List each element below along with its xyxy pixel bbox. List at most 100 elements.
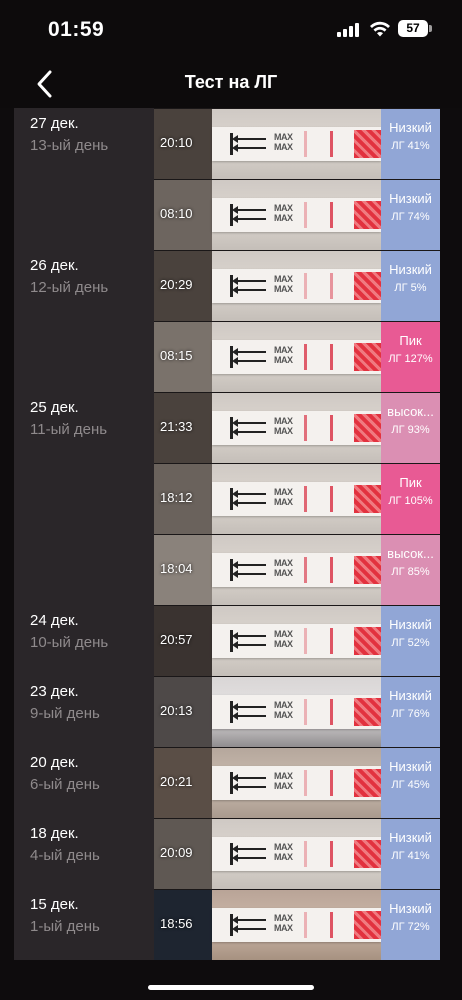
test-strip: MAX MAX: [212, 553, 381, 587]
test-row[interactable]: MAX MAX 20:13 Низкий ЛГ 76%: [154, 676, 440, 748]
test-time: 21:33: [160, 419, 193, 434]
test-strip: MAX MAX: [212, 269, 381, 303]
lh-level: Низкий: [389, 191, 432, 206]
lh-value: ЛГ 45%: [391, 779, 430, 791]
strip-max-label: MAX MAX: [274, 487, 293, 507]
lh-value: ЛГ 74%: [391, 211, 430, 223]
lh-result-badge: Низкий ЛГ 5%: [381, 251, 440, 322]
test-row[interactable]: MAX MAX 20:21 Низкий ЛГ 45%: [154, 747, 440, 819]
test-strip-photo: MAX MAX 18:04: [154, 535, 381, 606]
wifi-icon: [370, 21, 390, 37]
test-row[interactable]: MAX MAX 18:56 Низкий ЛГ 72%: [154, 889, 440, 961]
strip-max-label: MAX MAX: [274, 416, 293, 436]
test-row[interactable]: MAX MAX 20:57 Низкий ЛГ 52%: [154, 605, 440, 677]
day-label: 27 дек. 13-ый день: [30, 115, 108, 154]
strip-max-label: MAX MAX: [274, 771, 293, 791]
test-strip-photo: MAX MAX 20:21: [154, 748, 381, 819]
lh-value: ЛГ 127%: [388, 353, 433, 365]
day-label: 25 дек. 11-ый день: [30, 399, 107, 438]
day-date: 25 дек.: [30, 399, 79, 416]
test-strip-photo: MAX MAX 20:57: [154, 606, 381, 677]
test-strip: MAX MAX: [212, 908, 381, 942]
test-row[interactable]: MAX MAX 20:09 Низкий ЛГ 41%: [154, 818, 440, 890]
test-row[interactable]: MAX MAX 21:33 высок... ЛГ 93%: [154, 392, 440, 464]
test-time: 18:04: [160, 561, 193, 576]
test-time: 20:29: [160, 277, 193, 292]
left-gutter: [0, 108, 14, 960]
test-time: 18:12: [160, 490, 193, 505]
lh-level: Низкий: [389, 759, 432, 774]
lh-value: ЛГ 85%: [391, 566, 430, 578]
test-row[interactable]: MAX MAX 18:04 высок... ЛГ 85%: [154, 534, 440, 606]
test-strip: MAX MAX: [212, 624, 381, 658]
test-row[interactable]: MAX MAX 08:15 Пик ЛГ 127%: [154, 321, 440, 393]
page-title: Тест на ЛГ: [184, 72, 278, 92]
day-label: 26 дек. 12-ый день: [30, 257, 108, 296]
strip-max-label: MAX MAX: [274, 629, 293, 649]
lh-result-badge: высок... ЛГ 85%: [381, 535, 440, 606]
test-strip: MAX MAX: [212, 766, 381, 800]
test-strip-photo: MAX MAX 21:33: [154, 393, 381, 464]
test-time: 20:57: [160, 632, 193, 647]
status-bar: 01:59 57: [0, 0, 462, 60]
lh-result-badge: Низкий ЛГ 52%: [381, 606, 440, 677]
test-list: 27 дек. 13-ый день 26 дек. 12-ый день 25…: [14, 108, 440, 961]
lh-result-badge: Низкий ЛГ 76%: [381, 677, 440, 748]
cellular-signal-icon: [337, 23, 361, 37]
day-label: 24 дек. 10-ый день: [30, 612, 108, 651]
lh-level: высок...: [387, 546, 434, 561]
cycle-day: 11-ый день: [30, 421, 108, 438]
lh-result-badge: Пик ЛГ 105%: [381, 464, 440, 535]
test-strip-photo: MAX MAX 18:56: [154, 890, 381, 961]
day-date: 24 дек.: [30, 612, 79, 629]
lh-value: ЛГ 105%: [388, 495, 433, 507]
test-time: 20:10: [160, 135, 193, 150]
cycle-day: 6-ый день: [30, 776, 100, 793]
test-row[interactable]: MAX MAX 20:10 Низкий ЛГ 41%: [154, 108, 440, 180]
strip-max-label: MAX MAX: [274, 345, 293, 365]
cycle-day: 10-ый день: [30, 634, 109, 651]
test-row[interactable]: MAX MAX 18:12 Пик ЛГ 105%: [154, 463, 440, 535]
day-date: 23 дек.: [30, 683, 79, 700]
lh-result-badge: высок... ЛГ 93%: [381, 393, 440, 464]
test-time: 08:10: [160, 206, 193, 221]
strip-max-label: MAX MAX: [274, 274, 293, 294]
test-time: 08:15: [160, 348, 193, 363]
test-strip-photo: MAX MAX 08:15: [154, 322, 381, 393]
strip-max-label: MAX MAX: [274, 203, 293, 223]
day-label: 20 дек. 6-ый день: [30, 754, 100, 793]
home-indicator[interactable]: [148, 985, 314, 990]
lh-result-badge: Низкий ЛГ 45%: [381, 748, 440, 819]
lh-level: Низкий: [389, 617, 432, 632]
strip-max-label: MAX MAX: [274, 132, 293, 152]
lh-level: Низкий: [389, 830, 432, 845]
test-row[interactable]: MAX MAX 20:29 Низкий ЛГ 5%: [154, 250, 440, 322]
lh-level: Пик: [399, 475, 422, 490]
right-gutter: [440, 108, 462, 960]
lh-value: ЛГ 41%: [391, 140, 430, 152]
test-strip-photo: MAX MAX 18:12: [154, 464, 381, 535]
day-date: 15 дек.: [30, 896, 79, 913]
test-row[interactable]: MAX MAX 08:10 Низкий ЛГ 74%: [154, 179, 440, 251]
cycle-day: 12-ый день: [30, 279, 109, 296]
status-time: 01:59: [48, 18, 105, 41]
strip-max-label: MAX MAX: [274, 558, 293, 578]
test-time: 18:56: [160, 916, 193, 931]
test-strip: MAX MAX: [212, 695, 381, 729]
lh-value: ЛГ 93%: [391, 424, 430, 436]
day-date: 27 дек.: [30, 115, 79, 132]
test-strip-photo: MAX MAX 08:10: [154, 180, 381, 251]
test-strip: MAX MAX: [212, 411, 381, 445]
battery-icon: 57: [398, 20, 428, 37]
bottom-bar: [0, 960, 462, 1000]
day-date: 26 дек.: [30, 257, 79, 274]
test-strip-photo: MAX MAX 20:09: [154, 819, 381, 890]
test-time: 20:13: [160, 703, 193, 718]
strip-max-label: MAX MAX: [274, 842, 293, 862]
test-time: 20:21: [160, 774, 193, 789]
lh-level: высок...: [387, 404, 434, 419]
test-strip-photo: MAX MAX 20:13: [154, 677, 381, 748]
test-strip: MAX MAX: [212, 837, 381, 871]
nav-bar: Тест на ЛГ: [0, 60, 462, 108]
test-strip: MAX MAX: [212, 482, 381, 516]
